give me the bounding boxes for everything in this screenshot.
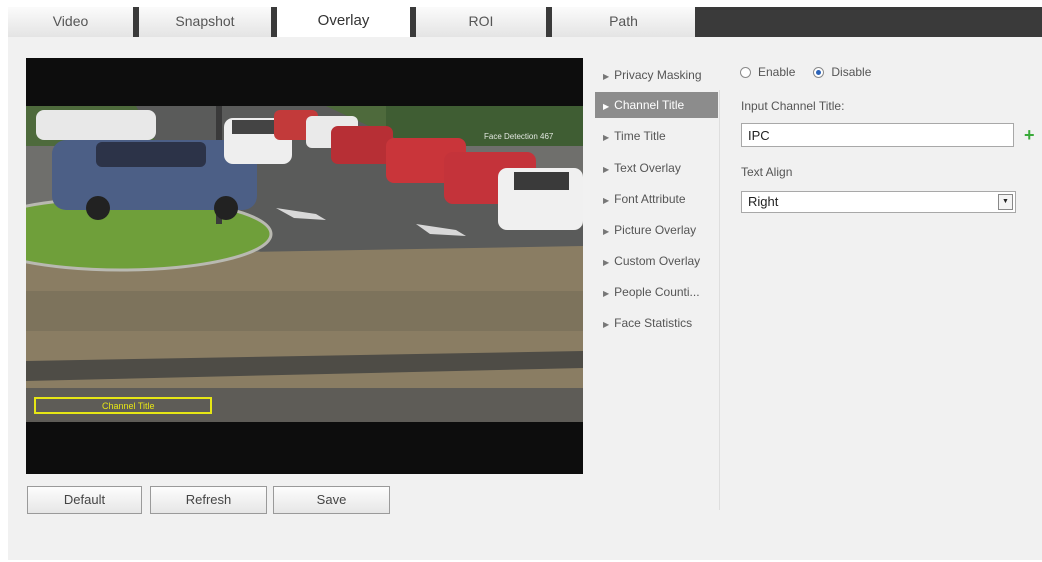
menu-item-time-title[interactable]: ▶ Time Title bbox=[595, 123, 718, 149]
channel-title-input[interactable] bbox=[741, 123, 1014, 147]
refresh-button[interactable]: Refresh bbox=[150, 486, 267, 514]
tab-snapshot[interactable]: Snapshot bbox=[139, 7, 271, 37]
camera-scene-image bbox=[26, 106, 583, 422]
triangle-right-icon: ▶ bbox=[603, 165, 610, 174]
channel-title-overlay-box[interactable]: Channel Title bbox=[34, 397, 212, 414]
menu-item-label: Time Title bbox=[614, 129, 666, 143]
triangle-right-icon: ▶ bbox=[603, 102, 610, 111]
default-button[interactable]: Default bbox=[27, 486, 142, 514]
menu-divider bbox=[719, 90, 720, 510]
text-align-label: Text Align bbox=[741, 165, 793, 179]
tab-overlay[interactable]: Overlay bbox=[277, 7, 410, 37]
menu-item-channel-title[interactable]: ▶ Channel Title bbox=[595, 92, 718, 118]
tab-video[interactable]: Video bbox=[8, 7, 133, 37]
menu-item-label: Channel Title bbox=[614, 98, 685, 112]
triangle-right-icon: ▶ bbox=[603, 258, 610, 267]
menu-item-label: Face Statistics bbox=[614, 316, 693, 330]
enable-radio-label[interactable]: Enable bbox=[758, 65, 795, 79]
video-preview: Face Detection 467 Channel Title bbox=[26, 58, 583, 474]
triangle-right-icon: ▶ bbox=[603, 72, 610, 81]
text-align-value: Right bbox=[748, 194, 779, 209]
disable-radio-label[interactable]: Disable bbox=[831, 65, 871, 79]
disable-radio[interactable] bbox=[813, 66, 825, 78]
menu-item-privacy-masking[interactable]: ▶ Privacy Masking bbox=[595, 62, 718, 88]
menu-item-label: Custom Overlay bbox=[614, 254, 701, 268]
triangle-right-icon: ▶ bbox=[603, 133, 610, 142]
menu-item-label: Text Overlay bbox=[614, 161, 681, 175]
channel-title-overlay-label: Channel Title bbox=[102, 401, 155, 411]
triangle-right-icon: ▶ bbox=[603, 227, 610, 236]
menu-item-picture-overlay[interactable]: ▶ Picture Overlay bbox=[595, 217, 718, 243]
triangle-down-icon[interactable]: ▼ bbox=[998, 194, 1013, 210]
menu-item-label: People Counti... bbox=[614, 285, 700, 299]
video-osd-text: Face Detection 467 bbox=[484, 132, 554, 141]
enable-radio[interactable] bbox=[740, 66, 751, 78]
menu-item-face-statistics[interactable]: ▶ Face Statistics bbox=[595, 310, 718, 336]
tab-roi[interactable]: ROI bbox=[416, 7, 546, 37]
menu-item-text-overlay[interactable]: ▶ Text Overlay bbox=[595, 155, 718, 181]
triangle-right-icon: ▶ bbox=[603, 196, 610, 205]
tab-bar: Video Snapshot Overlay ROI Path bbox=[8, 7, 1042, 37]
menu-item-label: Font Attribute bbox=[614, 192, 686, 206]
menu-item-label: Picture Overlay bbox=[614, 223, 697, 237]
menu-item-custom-overlay[interactable]: ▶ Custom Overlay bbox=[595, 248, 718, 274]
menu-item-people-counting[interactable]: ▶ People Counti... bbox=[595, 279, 718, 305]
plus-icon[interactable]: + bbox=[1024, 124, 1035, 146]
triangle-right-icon: ▶ bbox=[603, 320, 610, 329]
enable-radio-group: Enable Disable bbox=[740, 63, 889, 81]
channel-title-label: Input Channel Title: bbox=[741, 99, 845, 113]
tab-path[interactable]: Path bbox=[552, 7, 695, 37]
text-align-select[interactable]: Right ▼ bbox=[741, 191, 1016, 213]
triangle-right-icon: ▶ bbox=[603, 289, 610, 298]
menu-item-label: Privacy Masking bbox=[614, 68, 702, 82]
menu-item-font-attribute[interactable]: ▶ Font Attribute bbox=[595, 186, 718, 212]
save-button[interactable]: Save bbox=[273, 486, 390, 514]
